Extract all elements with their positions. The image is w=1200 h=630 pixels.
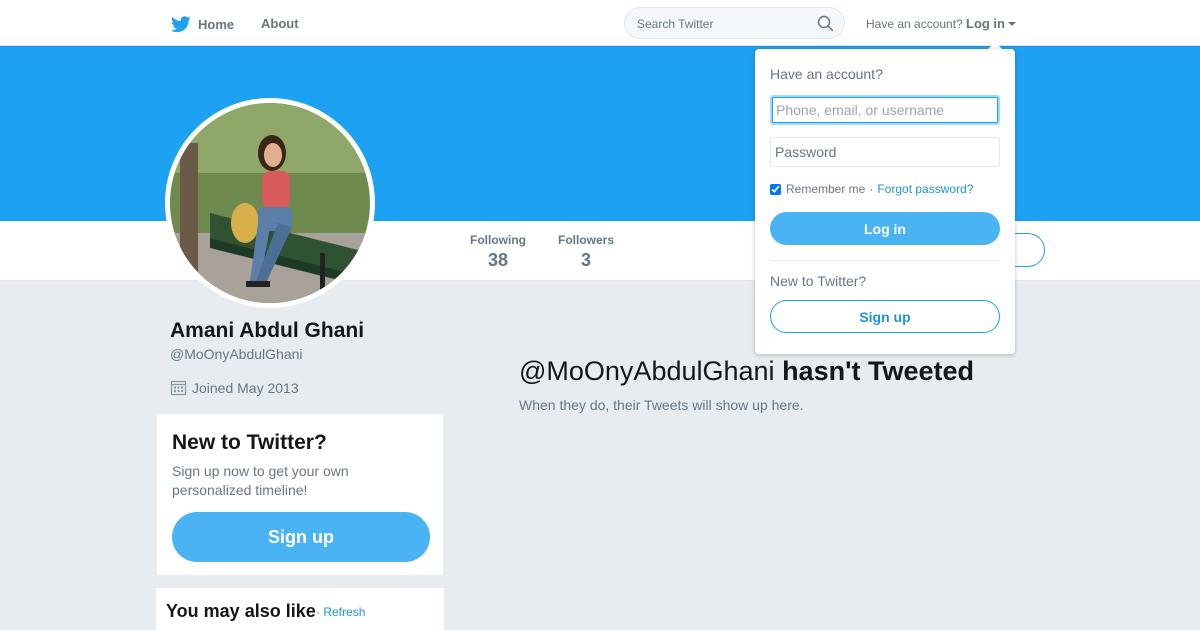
profile-avatar[interactable]	[165, 98, 375, 308]
joined-text: Joined May 2013	[192, 379, 299, 396]
profile-full-name: Amani Abdul Ghani	[170, 319, 365, 342]
profile-handle[interactable]: @MoOnyAbdulGhani	[170, 346, 303, 362]
login-dropdown-toggle[interactable]: Log in	[966, 16, 1016, 31]
calendar-icon	[170, 380, 187, 396]
stat-following[interactable]: Following 38	[470, 233, 526, 271]
signup-module-button[interactable]: Sign up	[172, 512, 430, 562]
signup-module-title: New to Twitter?	[172, 431, 327, 454]
signup-module: New to Twitter? Sign up now to get your …	[156, 413, 444, 576]
forgot-password-link[interactable]: Forgot password?	[877, 182, 973, 196]
stat-following-value: 38	[487, 250, 509, 270]
stat-followers-value: 3	[581, 250, 592, 270]
avatar-photo	[170, 103, 370, 303]
search-icon[interactable]	[817, 15, 834, 32]
remember-me-label: Remember me	[786, 182, 866, 196]
password-field[interactable]	[770, 137, 1000, 167]
stat-followers[interactable]: Followers 3	[558, 233, 614, 271]
who-to-follow-refresh-wrap: · Refresh	[316, 605, 365, 619]
empty-timeline-title: @MoOnyAbdulGhani hasn't Tweeted	[519, 356, 974, 387]
nav-about-link[interactable]: About	[261, 16, 299, 31]
login-toggle-label: Log in	[966, 16, 1005, 31]
login-dropdown-title: Have an account?	[770, 66, 883, 82]
empty-timeline-title-rest: hasn't Tweeted	[782, 356, 975, 386]
username-field[interactable]	[770, 95, 1000, 125]
remember-me-row: Remember me · Forgot password?	[770, 182, 973, 196]
remember-me-checkbox[interactable]	[770, 183, 781, 195]
signup-module-text: Sign up now to get your own personalized…	[172, 463, 349, 498]
search-box	[624, 7, 845, 39]
empty-timeline-handle: @MoOnyAbdulGhani	[519, 356, 775, 386]
who-to-follow-title: You may also like	[166, 601, 316, 621]
nav-home-link[interactable]: Home	[171, 14, 234, 34]
chevron-down-icon	[1008, 21, 1016, 26]
top-nav-bar: Home About Have an account? Log in	[0, 0, 1200, 46]
dropdown-divider	[770, 260, 1000, 261]
refresh-link[interactable]: Refresh	[323, 605, 365, 619]
login-submit-button[interactable]: Log in	[770, 212, 1000, 245]
have-account-text: Have an account?	[866, 17, 963, 31]
stat-following-label: Following	[470, 233, 526, 247]
stat-followers-label: Followers	[558, 233, 615, 247]
twitter-bird-icon	[171, 15, 191, 32]
search-input[interactable]	[637, 15, 807, 33]
profile-joined-date: Joined May 2013	[170, 379, 299, 396]
dropdown-signup-button[interactable]: Sign up	[770, 300, 1000, 333]
nav-home-label: Home	[198, 16, 235, 32]
login-dropdown: Have an account? Remember me · Forgot pa…	[755, 49, 1015, 354]
new-to-twitter-text: New to Twitter?	[770, 273, 867, 289]
remember-me-separator: ·	[869, 182, 874, 196]
empty-timeline-subtitle: When they do, their Tweets will show up …	[519, 397, 804, 413]
who-to-follow-module: You may also like · Refresh	[156, 588, 444, 630]
